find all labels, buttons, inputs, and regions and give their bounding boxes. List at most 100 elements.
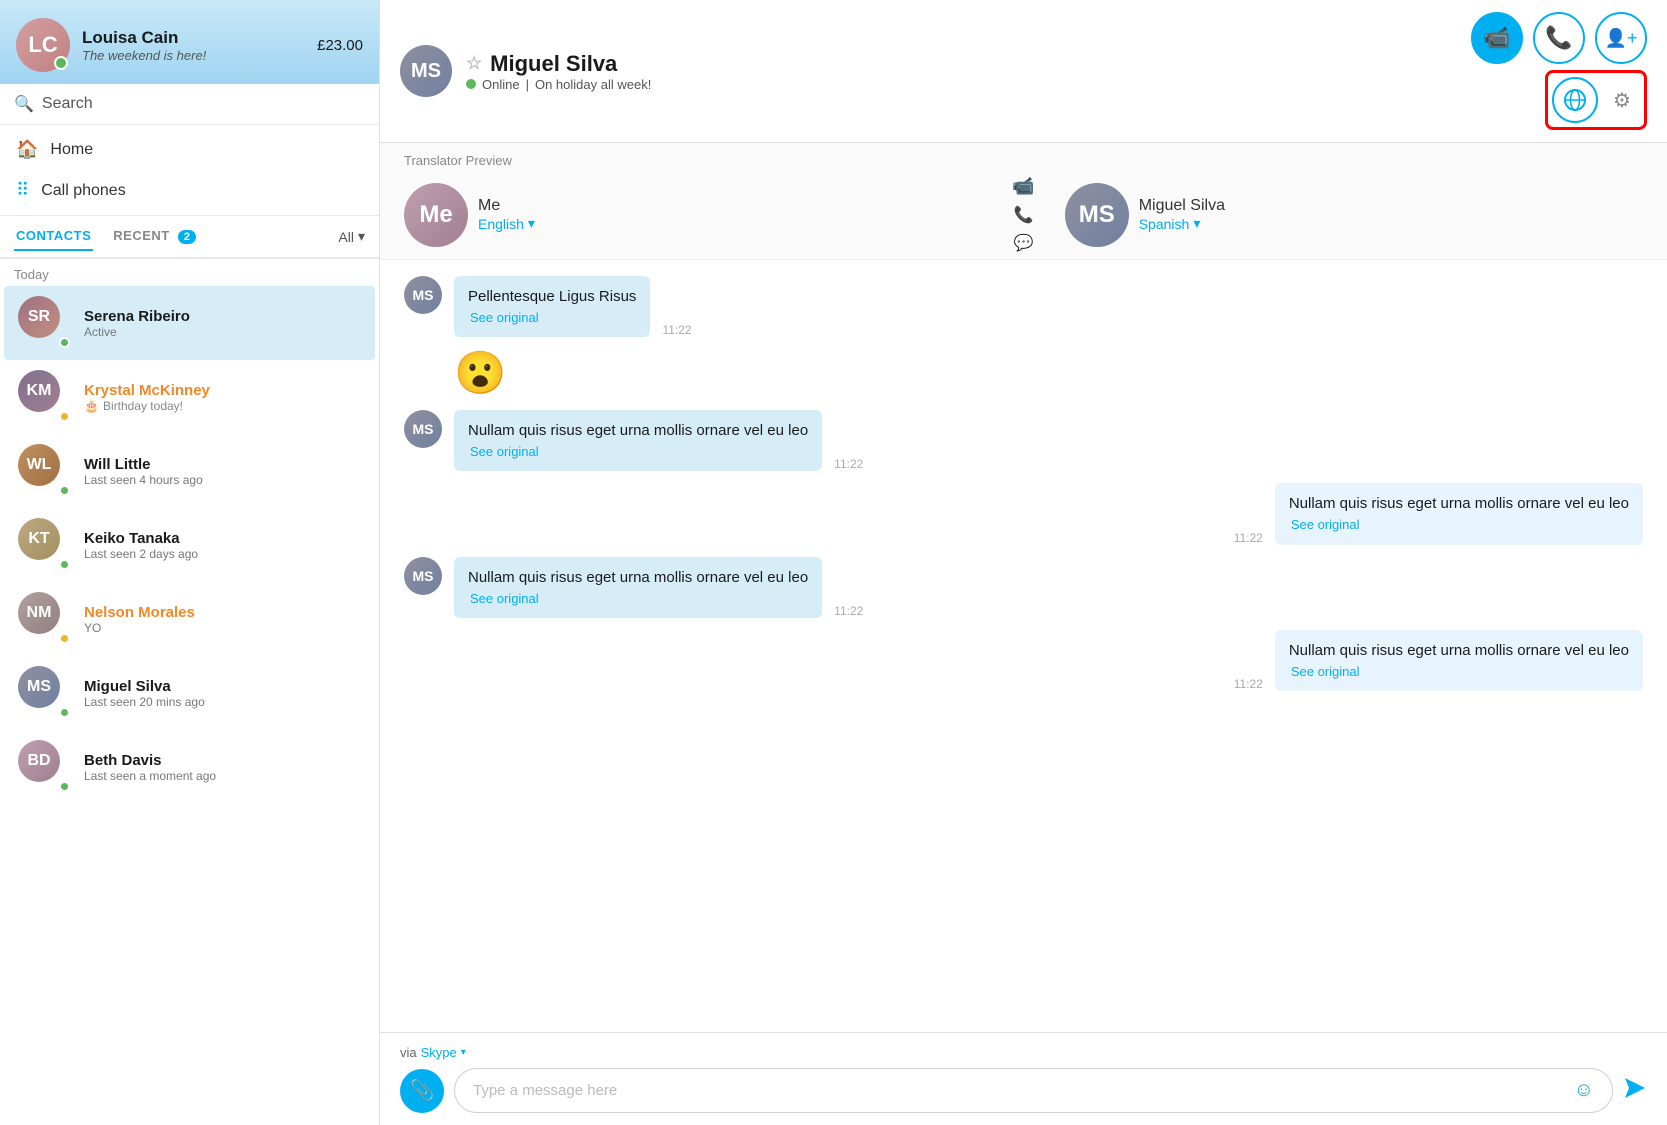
nav-call-phones[interactable]: ⠿ Call phones	[0, 170, 379, 211]
chevron-down-icon: ▾	[528, 215, 535, 232]
translator-preview-label: Translator Preview	[404, 153, 1643, 168]
chat-avatar-image: MS	[400, 45, 452, 97]
contact-sub: Last seen 4 hours ago	[84, 473, 361, 487]
tabs-bar: CONTACTS RECENT 2 All ▾	[0, 216, 379, 259]
message-avatar: MS	[404, 276, 442, 314]
avatar: KT	[18, 518, 72, 572]
message-text: Nullam quis risus eget urna mollis ornar…	[468, 567, 808, 588]
send-button[interactable]	[1623, 1076, 1647, 1106]
avatar: NM	[18, 592, 72, 646]
contact-name: Keiko Tanaka	[84, 530, 361, 547]
avatar-image: KT	[18, 518, 60, 560]
message-with-time: Pellentesque Ligus Risus See original 11…	[454, 276, 696, 337]
audio-call-button[interactable]: 📞	[1533, 12, 1585, 64]
contact-info: Keiko Tanaka Last seen 2 days ago	[84, 530, 361, 561]
table-row: MS Nullam quis risus eget urna mollis or…	[404, 557, 1643, 618]
see-original-link[interactable]: See original	[1289, 516, 1629, 534]
list-item[interactable]: KT Keiko Tanaka Last seen 2 days ago	[4, 508, 375, 582]
nav-items: 🏠 Home ⠿ Call phones	[0, 125, 379, 216]
avatar: WL	[18, 444, 72, 498]
input-icons: ☺	[1574, 1079, 1594, 1102]
message-time: 11:22	[830, 457, 867, 471]
video-call-button[interactable]: 📹	[1471, 12, 1523, 64]
message-bubble: Nullam quis risus eget urna mollis ornar…	[454, 557, 822, 618]
see-original-link[interactable]: See original	[468, 443, 808, 461]
filter-dropdown[interactable]: All ▾	[338, 228, 365, 245]
profile-area[interactable]: LC Louisa Cain The weekend is here!	[16, 18, 206, 72]
gear-icon: ⚙	[1613, 88, 1631, 113]
add-contact-button[interactable]: 👤+	[1595, 12, 1647, 64]
attach-button[interactable]: 📎	[400, 1069, 444, 1113]
avatar-image: SR	[18, 296, 60, 338]
message-input-placeholder: Type a message here	[473, 1082, 617, 1099]
list-item[interactable]: MS Miguel Silva Last seen 20 mins ago	[4, 656, 375, 730]
list-item[interactable]: WL Will Little Last seen 4 hours ago	[4, 434, 375, 508]
input-area: via Skype ▾ 📎 Type a message here ☺	[380, 1032, 1667, 1125]
home-icon: 🏠	[16, 139, 38, 160]
avatar: LC	[16, 18, 70, 72]
table-row: MS Pellentesque Ligus Risus See original…	[404, 276, 1643, 337]
message-with-time: 11:22 Nullam quis risus eget urna mollis…	[1230, 630, 1643, 691]
contact-info: Beth Davis Last seen a moment ago	[84, 752, 361, 783]
message-bubble-wrap: Nullam quis risus eget urna mollis ornar…	[454, 557, 867, 618]
see-original-link[interactable]: See original	[468, 590, 808, 608]
nav-home-label: Home	[50, 141, 93, 159]
paperclip-icon: 📎	[410, 1078, 435, 1103]
avatar-image: WL	[18, 444, 60, 486]
translator-participants: Me Me English ▾ 📹 📞 💬 MS Miguel Silva	[404, 176, 1643, 253]
messages-area: MS Pellentesque Ligus Risus See original…	[380, 260, 1667, 1032]
chat-contact-status: Online | On holiday all week!	[466, 77, 1471, 92]
status-indicator	[59, 633, 70, 644]
message-input-container[interactable]: Type a message here ☺	[454, 1068, 1613, 1113]
participant-divider: 📹 📞 💬	[982, 176, 1064, 253]
settings-button[interactable]: ⚙	[1604, 82, 1640, 118]
chevron-down-icon: ▾	[1193, 215, 1200, 232]
tab-contacts[interactable]: CONTACTS	[14, 222, 93, 251]
chat-header-info: ☆ Miguel Silva Online | On holiday all w…	[466, 51, 1471, 92]
avatar: KM	[18, 370, 72, 424]
avatar: BD	[18, 740, 72, 794]
status-indicator	[59, 559, 70, 570]
list-item[interactable]: BD Beth Davis Last seen a moment ago	[4, 730, 375, 804]
chat-contact-name: Miguel Silva	[490, 51, 617, 77]
contact-info: Will Little Last seen 4 hours ago	[84, 456, 361, 487]
see-original-link[interactable]: See original	[468, 309, 636, 327]
profile-info: Louisa Cain The weekend is here!	[82, 28, 206, 63]
chat-contact-avatar: MS	[400, 45, 452, 97]
emoji-button[interactable]: ☺	[1574, 1079, 1594, 1102]
chevron-down-icon: ▾	[358, 228, 365, 245]
participant-me-name: Me	[478, 197, 535, 215]
contact-language-selector[interactable]: Spanish ▾	[1139, 215, 1225, 232]
via-service-label: via Skype ▾	[400, 1045, 1647, 1060]
list-item[interactable]: SR Serena Ribeiro Active	[4, 286, 375, 360]
participant-contact-avatar: MS	[1065, 183, 1129, 247]
message-text: Pellentesque Ligus Risus	[468, 286, 636, 307]
via-service[interactable]: Skype	[421, 1045, 457, 1060]
status-indicator	[59, 411, 70, 422]
status-indicator	[59, 707, 70, 718]
translator-button[interactable]	[1552, 77, 1598, 123]
profile-status: The weekend is here!	[82, 48, 206, 63]
nav-home[interactable]: 🏠 Home	[0, 129, 379, 170]
contact-name: Will Little	[84, 456, 361, 473]
avatar-image: NM	[18, 592, 60, 634]
recent-badge: 2	[178, 230, 197, 244]
tab-recent[interactable]: RECENT 2	[111, 222, 198, 251]
search-bar[interactable]: 🔍 Search	[0, 84, 379, 125]
chevron-down-icon[interactable]: ▾	[461, 1047, 466, 1058]
star-icon[interactable]: ☆	[466, 53, 482, 74]
see-original-link[interactable]: See original	[1289, 663, 1629, 681]
list-item[interactable]: KM Krystal McKinney 🎂 Birthday today!	[4, 360, 375, 434]
contact-sub: 🎂 Birthday today!	[84, 399, 361, 413]
participant-me: Me Me English ▾	[404, 183, 982, 247]
contact-sub: Active	[84, 325, 361, 339]
avatar: SR	[18, 296, 72, 350]
message-bubble: Nullam quis risus eget urna mollis ornar…	[1275, 630, 1643, 691]
me-language-selector[interactable]: English ▾	[478, 215, 535, 232]
message-time: 11:22	[1230, 677, 1267, 691]
list-item[interactable]: NM Nelson Morales YO	[4, 582, 375, 656]
send-icon	[1623, 1076, 1647, 1100]
participant-me-avatar: Me	[404, 183, 468, 247]
status-separator: |	[526, 77, 529, 92]
credit-balance: £23.00	[317, 37, 363, 54]
